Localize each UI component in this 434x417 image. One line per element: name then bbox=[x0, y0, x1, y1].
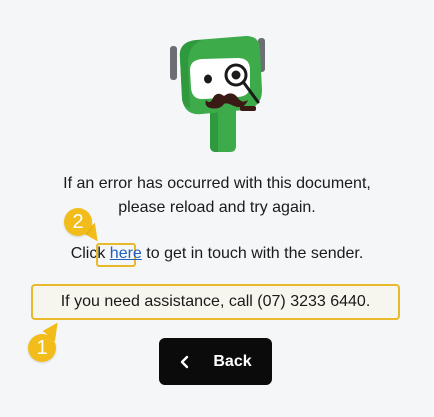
back-button[interactable]: Back bbox=[159, 338, 272, 385]
contact-message: Click here to get in touch with the send… bbox=[0, 242, 434, 266]
chevron-left-icon bbox=[179, 355, 191, 369]
back-button-label: Back bbox=[213, 352, 252, 370]
error-message-line-1: If an error has occurred with this docum… bbox=[63, 175, 371, 192]
contact-suffix: to get in touch with the sender. bbox=[141, 245, 364, 262]
annotation-badge-2: 2 bbox=[64, 208, 92, 236]
assistance-text: If you need assistance, call (07) 3233 6… bbox=[60, 293, 371, 310]
error-page: If an error has occurred with this docum… bbox=[0, 0, 434, 417]
assistance-phone-box: If you need assistance, call (07) 3233 6… bbox=[31, 284, 400, 320]
error-message: If an error has occurred with this docum… bbox=[0, 172, 434, 220]
annotation-badge-1: 1 bbox=[28, 334, 56, 362]
robot-detective-mascot-icon bbox=[170, 36, 265, 152]
contact-sender-link[interactable]: here bbox=[110, 245, 142, 262]
